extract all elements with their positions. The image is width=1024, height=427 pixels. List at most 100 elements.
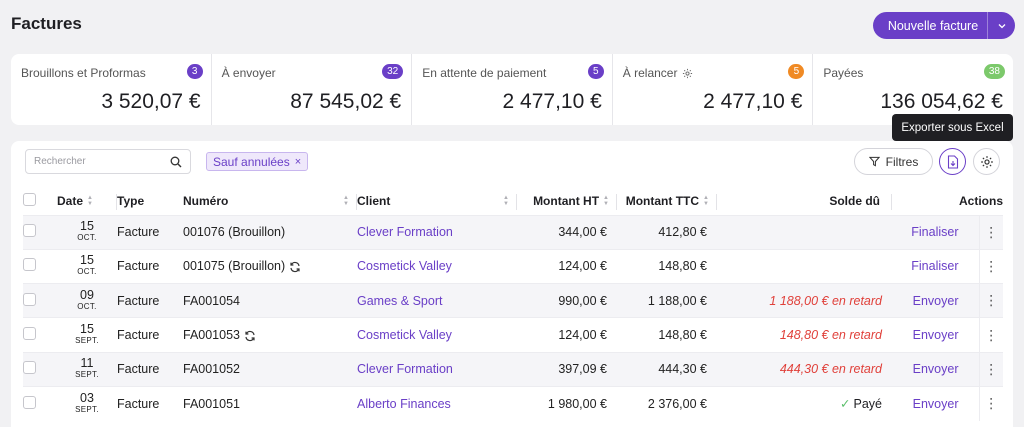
stat-label: À envoyer [221,66,276,80]
numero-cell: FA001051 [183,385,357,421]
more-icon[interactable]: ⋮ [979,351,1003,387]
row-action-button[interactable]: Envoyer [913,328,959,342]
col-ht[interactable]: Montant HT ▲ ▼ [517,188,617,215]
date-cell: 15 OCT. [57,248,117,284]
row-action-button[interactable]: Envoyer [913,294,959,308]
more-icon[interactable]: ⋮ [979,385,1003,421]
row-checkbox[interactable] [23,224,36,238]
table-row[interactable]: 15 OCT. Facture 001076 (Brouillon) Clever… [23,214,1003,250]
col-numero[interactable]: Numéro ▲ ▼ [183,188,357,215]
col-ttc[interactable]: Montant TTC ▲ ▼ [617,188,717,215]
invoices-card: Sauf annulées × Filtres Date▲▼ Type Numé… [11,141,1013,427]
row-action-button[interactable]: Envoyer [913,362,959,376]
filter-icon [868,156,880,167]
row-select-cell [23,248,57,284]
action-cell: Envoyer [892,317,980,353]
filter-chip[interactable]: Sauf annulées × [206,152,309,171]
export-excel-button[interactable] [939,148,966,175]
client-link[interactable]: Games & Sport [357,294,442,308]
ttc-cell: 1 188,00 € [617,283,717,318]
ht-cell: 397,09 € [517,351,617,387]
balance-paid: ✓ Payé [840,396,882,412]
stat-value: 2 477,10 € [502,90,602,113]
table-row[interactable]: 03 SEPT. Facture FA001051 Alberto Finance… [23,385,1003,421]
col-date[interactable]: Date ▲ ▼ [57,188,117,215]
new-invoice-label: Nouvelle facture [887,18,979,33]
row-action-button[interactable]: Finaliser [911,259,958,273]
row-checkbox[interactable] [23,361,36,375]
new-invoice-button[interactable]: Nouvelle facture [873,12,1015,39]
client-cell: Alberto Finances [357,385,517,421]
table-row[interactable]: 11 SEPT. Facture FA001052 Clever Formatio… [23,351,1003,387]
new-invoice-dropdown[interactable] [987,12,1015,39]
date-cell: 15 SEPT. [57,317,117,353]
more-icon[interactable]: ⋮ [979,248,1003,284]
date-cell: 09 OCT. [57,283,117,318]
numero-cell: 001075 (Brouillon) [183,248,357,284]
ht-cell: 124,00 € [517,317,617,353]
client-cell: Cosmetick Valley [357,248,517,284]
row-checkbox[interactable] [23,327,36,341]
client-link[interactable]: Clever Formation [357,362,453,376]
table-settings-button[interactable] [973,148,1000,175]
ttc-cell: 444,30 € [617,351,717,387]
numero-cell: FA001052 [183,351,357,387]
row-select-cell [23,214,57,250]
more-icon[interactable]: ⋮ [979,214,1003,250]
more-icon[interactable]: ⋮ [979,283,1003,318]
ttc-cell: 148,80 € [617,317,717,353]
stat-en-attente[interactable]: En attente de paiement 5 2 477,10 € [412,54,613,125]
search-box[interactable] [25,149,191,174]
type-cell: Facture [117,283,183,318]
client-cell: Cosmetick Valley [357,317,517,353]
solde-cell: ✓ Payé [717,385,892,421]
invoices-table: Date ▲ ▼ Type Numéro ▲ ▼ Client ▲ ▼ Montant HT… [23,188,1003,421]
search-icon[interactable] [170,156,182,168]
more-icon[interactable]: ⋮ [979,317,1003,353]
search-input[interactable] [34,156,170,167]
select-all-checkbox[interactable] [23,193,36,207]
table-row[interactable]: 15 OCT. Facture 001075 (Brouillon) Cosmet… [23,248,1003,284]
row-action-button[interactable]: Envoyer [913,397,959,411]
stat-badge: 32 [382,64,404,79]
sort-icon: ▲ ▼ [503,195,509,208]
ht-cell: 990,00 € [517,283,617,318]
client-link[interactable]: Clever Formation [357,225,453,239]
gear-icon[interactable] [682,68,693,79]
solde-cell [717,214,892,250]
numero-cell: FA001053 [183,317,357,353]
client-link[interactable]: Cosmetick Valley [357,259,452,273]
row-action-button[interactable]: Finaliser [911,225,958,239]
solde-cell: 1 188,00 € en retard [717,283,892,318]
table-row[interactable]: 15 SEPT. Facture FA001053 Cosmetick Valle… [23,317,1003,353]
stat-label: En attente de paiement [422,66,547,80]
col-client[interactable]: Client ▲ ▼ [357,188,517,215]
balance-late: 444,30 € en retard [779,362,882,377]
close-icon[interactable]: × [295,156,301,168]
sort-icon: ▲ ▼ [603,195,609,208]
table-row[interactable]: 09 OCT. Facture FA001054 Games & Sport 99… [23,283,1003,318]
filters-button[interactable]: Filtres [854,148,933,175]
date-cell: 11 SEPT. [57,351,117,387]
stat-brouillons[interactable]: Brouillons et Proformas 3 3 520,07 € [11,54,212,125]
ttc-cell: 2 376,00 € [617,385,717,421]
select-all-cell [23,188,57,215]
client-link[interactable]: Cosmetick Valley [357,328,452,342]
row-checkbox[interactable] [23,258,36,272]
sort-icon: ▲ ▼ [703,195,709,208]
check-icon: ✓ [840,397,851,412]
date-cell: 15 OCT. [57,214,117,250]
client-link[interactable]: Alberto Finances [357,397,451,411]
stat-a-relancer[interactable]: À relancer 5 2 477,10 € [613,54,814,125]
row-checkbox[interactable] [23,395,36,409]
stat-badge: 5 [788,64,805,79]
numero-cell: 001076 (Brouillon) [183,214,357,250]
filters-label: Filtres [885,154,919,169]
row-select-cell [23,351,57,387]
row-checkbox[interactable] [23,292,36,306]
type-cell: Facture [117,317,183,353]
date-cell: 03 SEPT. [57,385,117,421]
stat-a-envoyer[interactable]: À envoyer 32 87 545,02 € [212,54,413,125]
filter-chip-label: Sauf annulées [213,154,290,169]
solde-cell: 148,80 € en retard [717,317,892,353]
